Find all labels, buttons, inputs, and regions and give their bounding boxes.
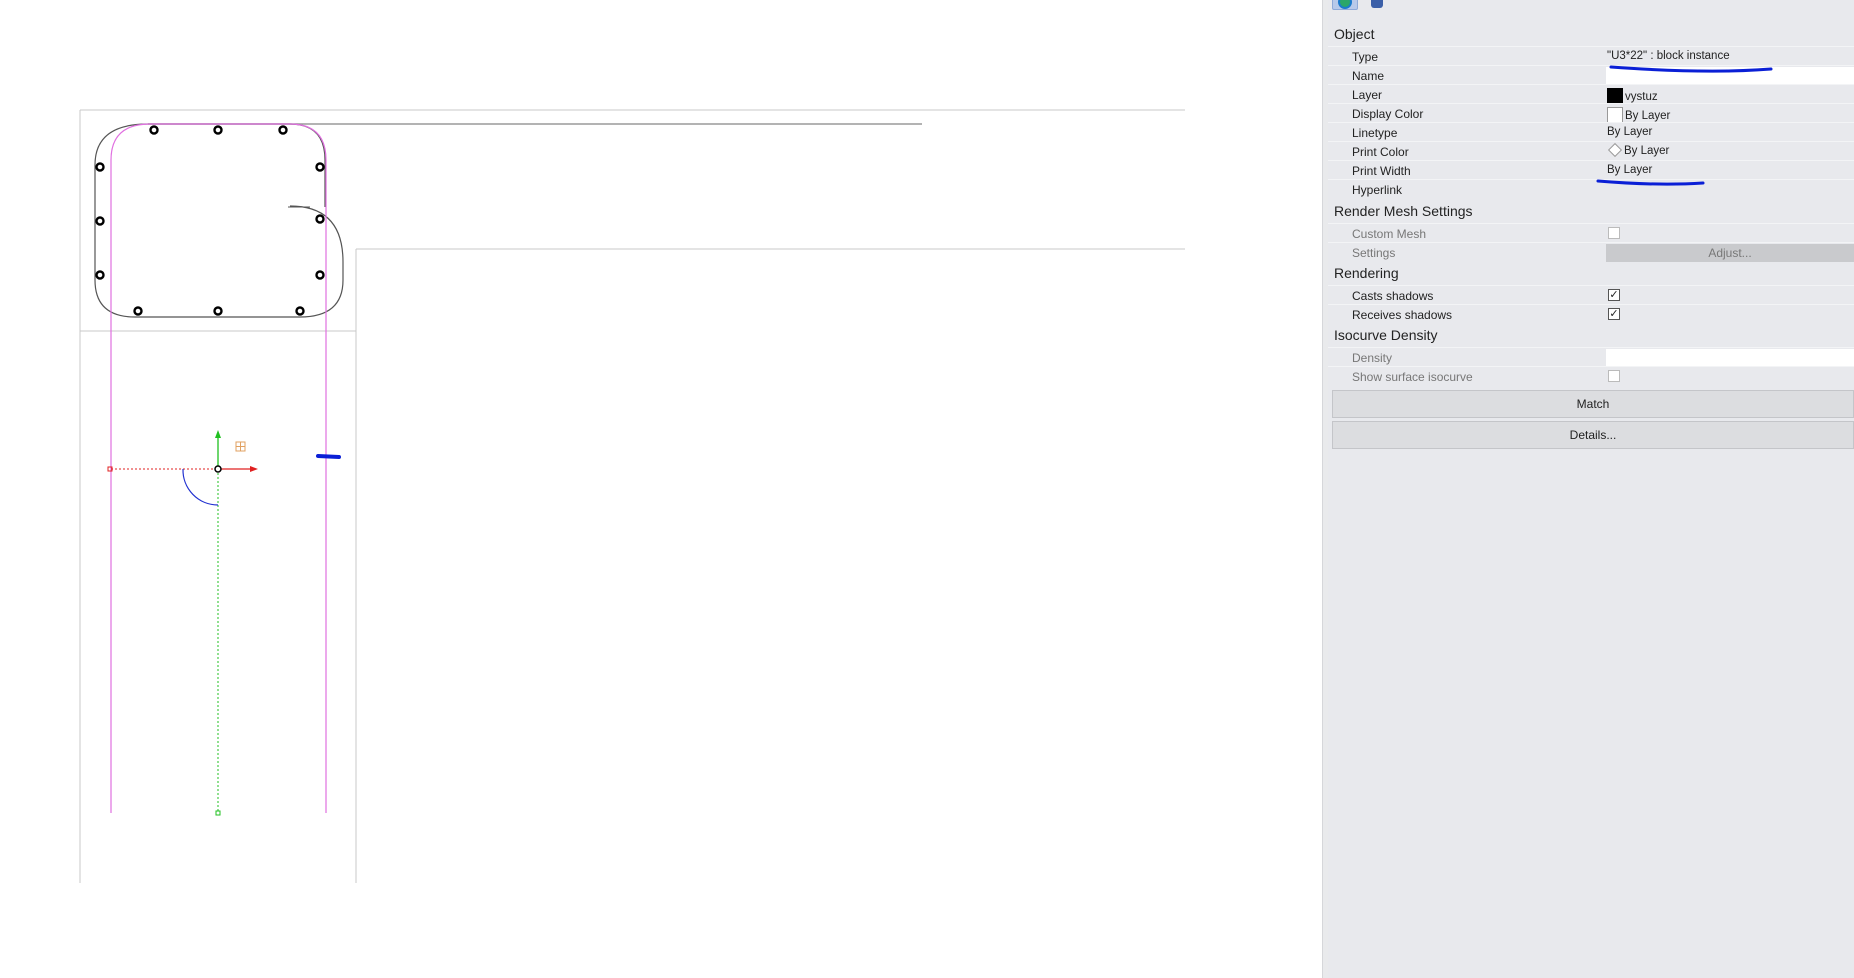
stirrup-outline (94, 123, 344, 318)
density-field[interactable] (1606, 349, 1854, 366)
density-label: Density (1352, 351, 1393, 365)
show-surface-isocurve-label: Show surface isocurve (1352, 370, 1473, 384)
section-isocurve: Isocurve Density (1334, 327, 1438, 343)
rebar-point (95, 216, 105, 226)
show-surface-isocurve-checkbox[interactable] (1608, 370, 1620, 382)
x-axis-arrowhead (250, 466, 258, 472)
receives-shadows-label: Receives shadows (1352, 308, 1453, 322)
custom-mesh-checkbox[interactable] (1608, 227, 1620, 239)
adjust-button[interactable]: Adjust... (1606, 244, 1854, 262)
row-receives-shadows: Receives shadows ✓ (1328, 304, 1854, 323)
casts-shadows-checkbox[interactable]: ✓ (1608, 289, 1620, 301)
rotation-arc (182, 468, 219, 506)
rebar-point (315, 162, 325, 172)
rebar-point (133, 306, 143, 316)
rebar-point (315, 270, 325, 280)
details-button[interactable]: Details... (1332, 421, 1854, 449)
rebar-point (95, 270, 105, 280)
custom-mesh-label: Custom Mesh (1352, 227, 1427, 241)
rebar-point (213, 125, 223, 135)
cad-viewport[interactable] (0, 0, 1322, 978)
settings-label: Settings (1352, 246, 1396, 260)
row-custom-mesh: Custom Mesh (1328, 223, 1854, 242)
annotation-underline (1596, 179, 1705, 186)
casts-shadows-label: Casts shadows (1352, 289, 1434, 303)
y-axis-end (215, 810, 221, 816)
rebar-point (149, 125, 159, 135)
y-axis-arrowhead (215, 430, 221, 438)
section-rendering: Rendering (1334, 265, 1399, 281)
rebar-point (95, 162, 105, 172)
annotation-underlines (1596, 65, 1773, 186)
rebar-point (213, 306, 223, 316)
viewport-drawing (79, 109, 1185, 883)
row-show-surface-isocurve: Show surface isocurve (1328, 366, 1854, 385)
properties-panel: Object Type "U3*22" : block instance Nam… (1328, 0, 1854, 978)
receives-shadows-checkbox[interactable]: ✓ (1608, 308, 1620, 320)
rebar-point (315, 214, 325, 224)
row-settings: Settings Adjust... (1328, 242, 1854, 262)
row-casts-shadows: Casts shadows ✓ (1328, 285, 1854, 304)
section-render-mesh: Render Mesh Settings (1334, 203, 1473, 219)
row-density: Density (1328, 347, 1854, 366)
annotation-underline (1609, 65, 1773, 73)
plane-handle-icon (235, 441, 246, 452)
rebar-point (295, 306, 305, 316)
match-button[interactable]: Match (1332, 390, 1854, 418)
rebar-points (95, 125, 325, 316)
annotation-mark (316, 454, 341, 459)
rebar-point (278, 125, 288, 135)
gumball-origin (214, 465, 222, 473)
